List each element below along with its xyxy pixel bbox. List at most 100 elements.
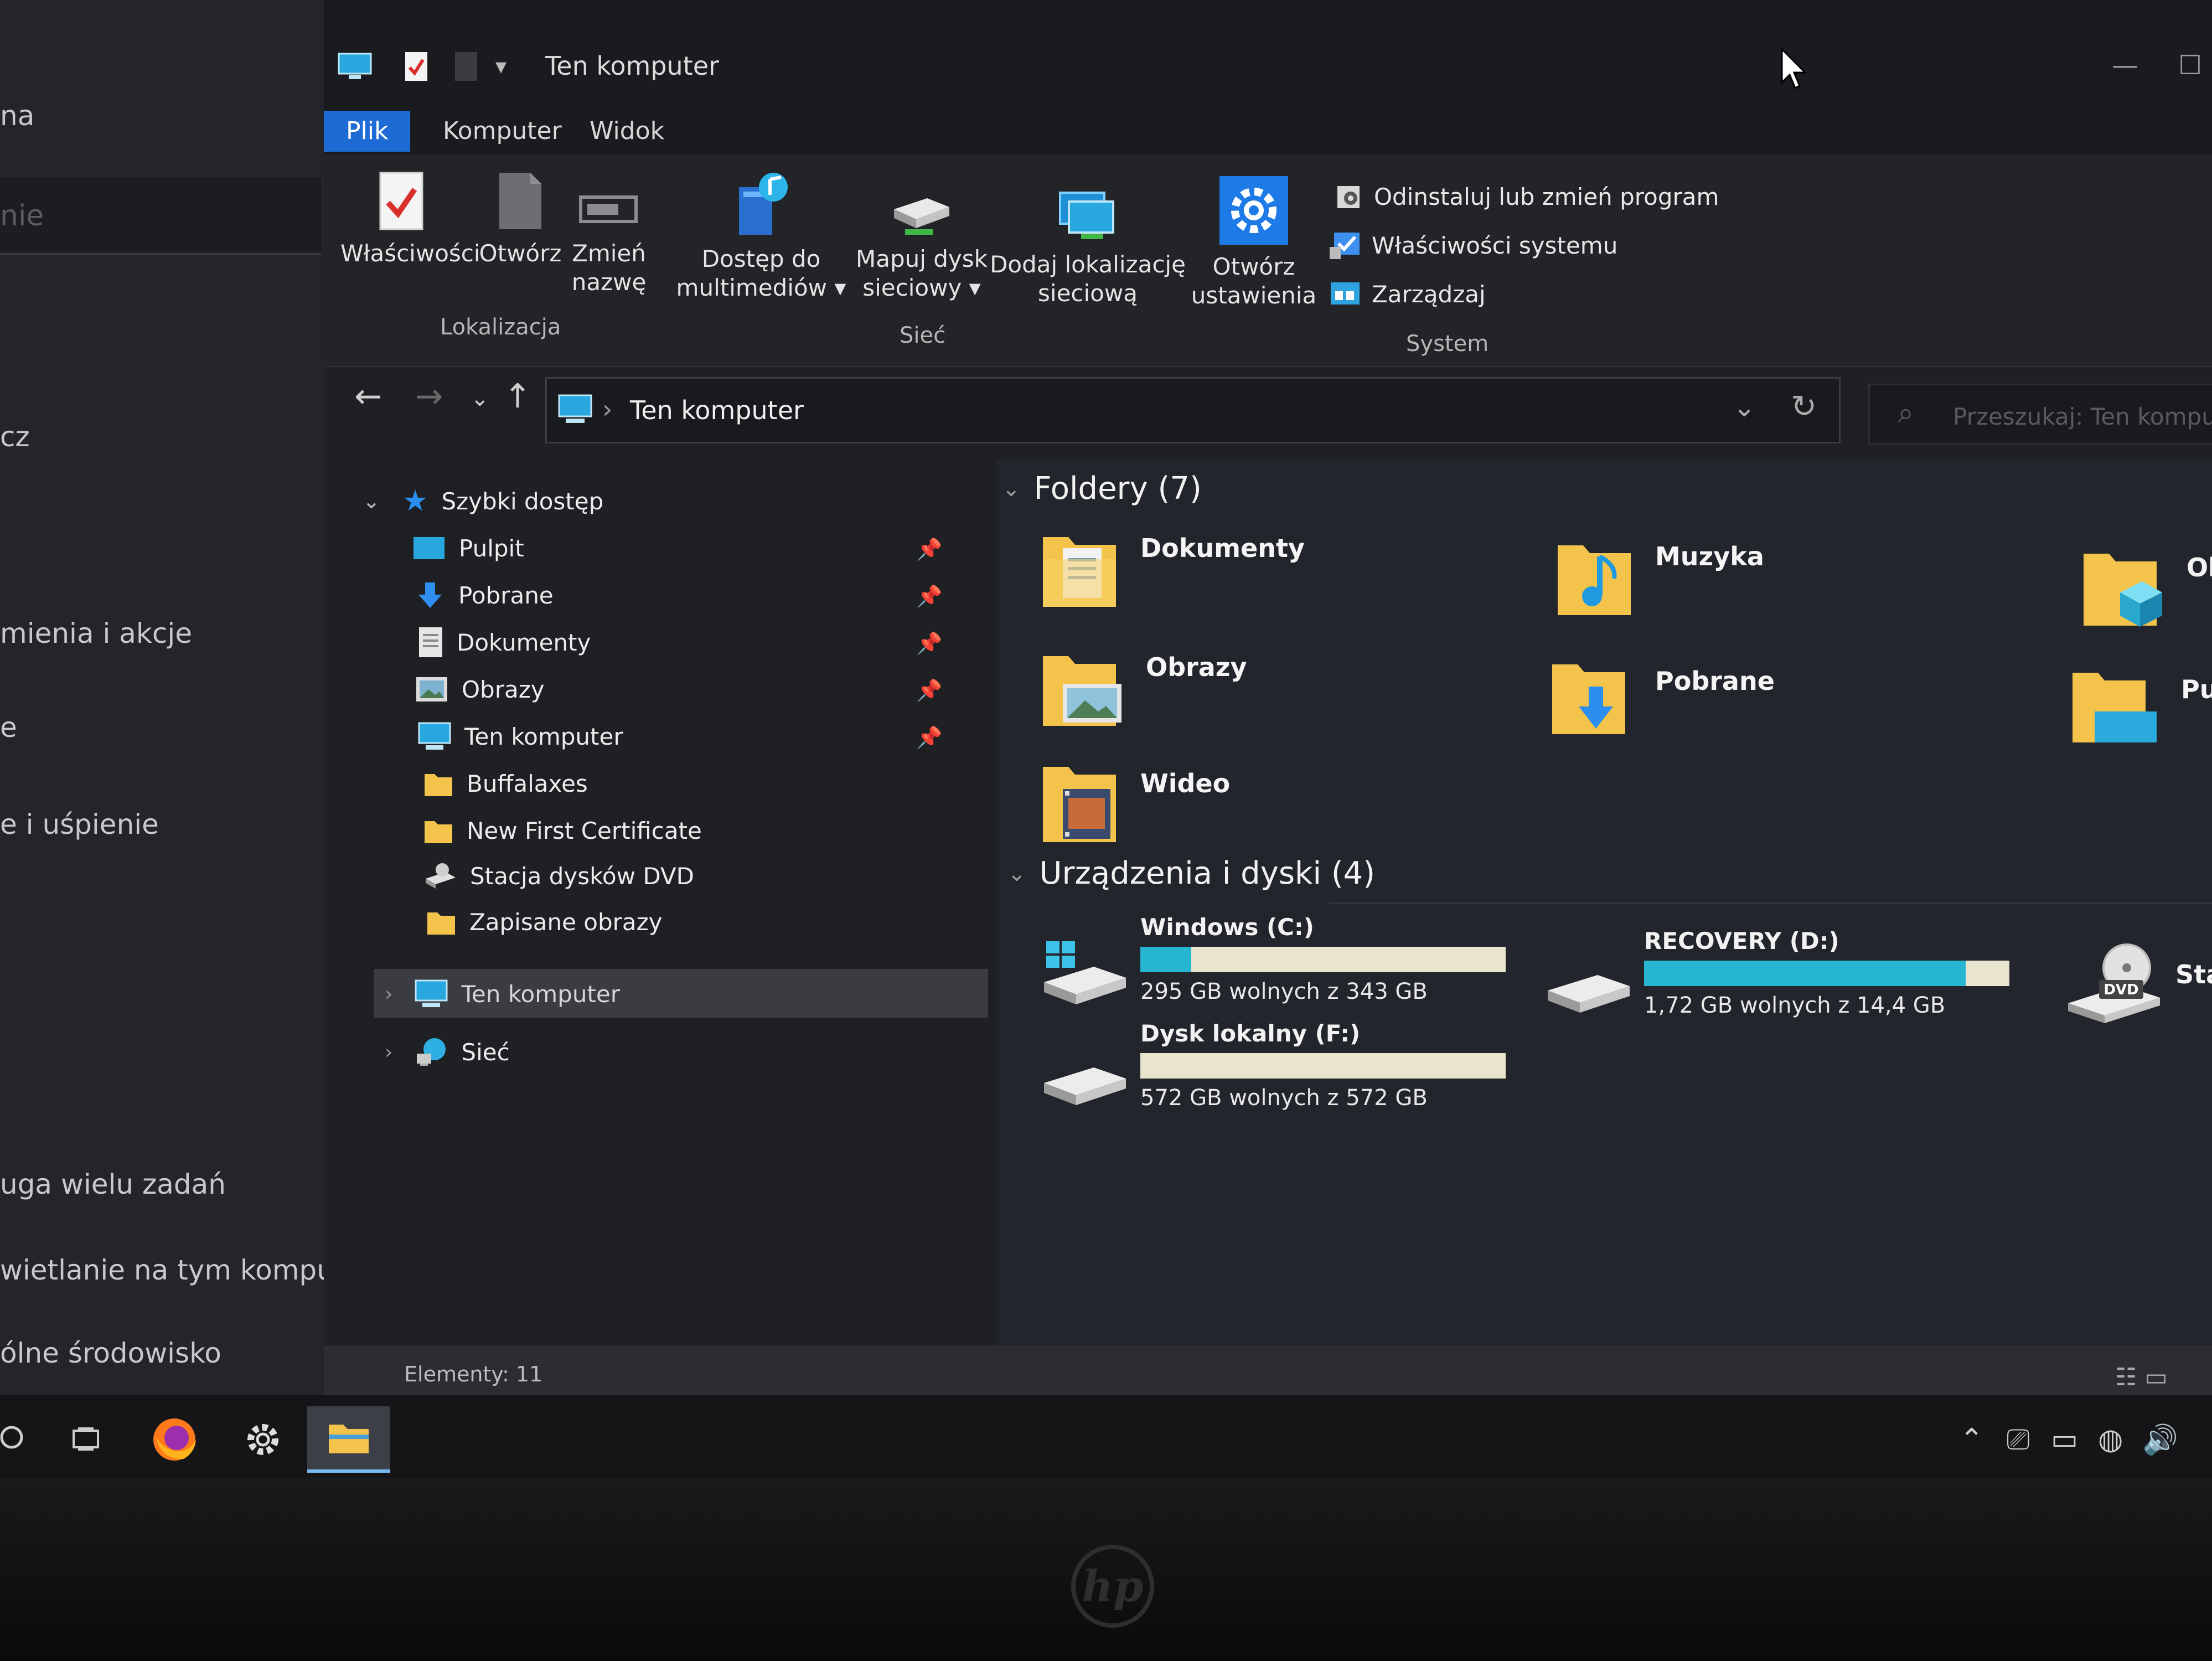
system-properties-button[interactable]: Właściwości systemu — [1329, 230, 1617, 260]
section-header-folders[interactable]: ⌄ Foldery (7) — [1002, 471, 1202, 507]
folder-tile-dokumenty[interactable]: Dokumenty — [1041, 526, 1305, 609]
mouse-cursor-icon — [1781, 47, 1807, 90]
meet-now-icon[interactable]: ⎚ — [2007, 1423, 2030, 1457]
breadcrumb-this-pc[interactable]: Ten komputer — [630, 395, 804, 425]
folder-tile-muzyka[interactable]: Muzyka — [1555, 534, 1764, 617]
file-explorer-taskbar-icon[interactable] — [307, 1406, 390, 1473]
new-folder-quick-icon[interactable] — [454, 47, 478, 86]
maximize-button[interactable]: ☐ — [2178, 50, 2202, 81]
group-label-location: Lokalizacja — [440, 314, 561, 340]
taskbar: ⌃ ⎚ ▭ ◍ 🔊 — [0, 1395, 2212, 1478]
open-settings-button[interactable]: Otwórz ustawienia — [1187, 176, 1320, 310]
bg-settings-item[interactable]: cz — [0, 421, 30, 453]
customize-toolbar-icon[interactable]: ▾ — [495, 47, 507, 86]
dvd-drive-icon — [426, 863, 456, 889]
nav-network[interactable]: › Sieć — [385, 1030, 510, 1074]
uninstall-program-button[interactable]: Odinstaluj lub zmień program — [1334, 182, 1719, 212]
nav-item-ten-komputer-quick[interactable]: Ten komputer — [418, 714, 623, 759]
settings-taskbar-icon[interactable] — [221, 1406, 304, 1473]
search-box[interactable]: ⌕ Przeszukaj: Ten kompu — [1868, 384, 2212, 445]
back-arrow-icon[interactable]: ← — [354, 377, 382, 416]
tab-plik[interactable]: Plik — [324, 111, 411, 152]
expand-chevron-icon[interactable]: › — [385, 983, 392, 1005]
nav-item-dokumenty[interactable]: Dokumenty — [418, 620, 591, 664]
hp-logo: hp — [1071, 1545, 1154, 1628]
folder-icon — [425, 821, 452, 843]
tab-widok[interactable]: Widok — [567, 111, 686, 152]
nav-this-pc[interactable]: › Ten komputer — [385, 972, 620, 1016]
manage-button[interactable]: Zarządzaj — [1329, 279, 1486, 309]
pin-icon[interactable]: 📌 — [916, 725, 942, 750]
nav-item-buffalaxes[interactable]: Buffalaxes — [423, 761, 588, 806]
section-header-devices[interactable]: ⌄ Urządzenia i dyski (4) — [1007, 855, 1375, 891]
properties-quick-icon[interactable] — [404, 47, 428, 86]
manage-icon — [1331, 282, 1360, 305]
rename-icon — [579, 195, 638, 223]
pin-icon[interactable]: 📌 — [916, 631, 942, 656]
desktop-icon — [414, 537, 445, 559]
recent-locations-chevron-icon[interactable]: ⌄ — [471, 386, 489, 411]
recovery-drive-icon — [1548, 975, 1630, 1013]
drive-tile-c[interactable]: Windows (C:) 295 GB wolnych z 343 GB — [1041, 914, 1528, 1019]
breadcrumb-separator-icon: › — [602, 394, 613, 424]
bg-settings-item[interactable]: na — [0, 100, 34, 132]
nav-item-new-first-certificate[interactable]: New First Certificate — [423, 808, 702, 853]
title-bar: ▾ Ten komputer — ☐ — [324, 0, 2212, 105]
bg-settings-item[interactable]: mienia i akcje — [0, 617, 192, 649]
music-folder-icon — [1558, 545, 1631, 615]
minimize-button[interactable]: — — [2112, 50, 2138, 81]
folder-tile-pobrane[interactable]: Pobrane — [1550, 653, 1775, 736]
folder-tile-pulpit[interactable]: Pulpit — [2070, 662, 2212, 745]
collapse-chevron-icon[interactable]: ⌄ — [1002, 476, 1021, 502]
folder-tile-wideo[interactable]: Wideo — [1041, 756, 1230, 844]
refresh-icon[interactable]: ↻ — [1791, 389, 1817, 425]
address-dropdown-icon[interactable]: ⌄ — [1733, 391, 1756, 423]
nav-item-pulpit[interactable]: Pulpit — [412, 526, 524, 570]
folder-tile-obiekty-3d[interactable]: Obiekty 3D — [2081, 543, 2212, 631]
folder-tile-obrazy[interactable]: Obrazy — [1041, 645, 1247, 728]
collapse-chevron-icon[interactable]: ⌄ — [1007, 861, 1026, 886]
up-arrow-icon[interactable]: ↑ — [504, 377, 531, 416]
add-network-location-button[interactable]: Dodaj lokalizację sieciową — [988, 187, 1187, 308]
drive-tile-f[interactable]: Dysk lokalny (F:) 572 GB wolnych z 572 G… — [1041, 1020, 1528, 1125]
bg-settings-item[interactable]: e i uśpienie — [0, 808, 159, 840]
pictures-folder-icon — [1043, 656, 1121, 726]
window-title: Ten komputer — [545, 51, 719, 81]
drive-tile-dvd[interactable]: DVD Stacja dysków DVD RW (E:) — [2065, 941, 2212, 1024]
drive-free-space: 1,72 GB wolnych z 14,4 GB — [1644, 993, 1946, 1018]
battery-icon[interactable]: ▭ — [2051, 1423, 2078, 1456]
network-globe-icon[interactable]: ◍ — [2098, 1423, 2123, 1456]
windows-drive-icon — [1044, 941, 1126, 1004]
pin-icon[interactable]: 📌 — [916, 678, 942, 703]
nav-quick-access[interactable]: ⌄ ★ Szybki dostęp — [363, 479, 603, 523]
bg-settings-search[interactable]: nie — [0, 177, 321, 255]
rename-button[interactable]: Zmień nazwę — [567, 187, 650, 297]
drive-tile-d[interactable]: RECOVERY (D:) 1,72 GB wolnych z 14,4 GB — [1544, 927, 2043, 1033]
bg-settings-item[interactable]: uga wielu zadań — [0, 1168, 226, 1200]
bg-settings-item[interactable]: ólne środowisko — [0, 1337, 221, 1369]
pin-icon[interactable]: 📌 — [916, 584, 942, 609]
map-network-drive-button[interactable]: Mapuj dysk sieciowy ▾ — [847, 187, 996, 302]
media-access-button[interactable]: Dostęp do multimediów ▾ — [673, 171, 850, 302]
nav-item-pobrane[interactable]: Pobrane — [415, 573, 554, 617]
nav-item-saved-pictures[interactable]: Zapisane obrazy — [426, 900, 663, 944]
expand-chevron-icon[interactable]: ⌄ — [363, 489, 380, 513]
nav-item-obrazy[interactable]: Obrazy — [415, 667, 545, 711]
open-button[interactable]: Otwórz — [473, 171, 567, 268]
expand-chevron-icon[interactable]: › — [385, 1041, 392, 1064]
properties-button[interactable]: Właściwości — [340, 171, 480, 268]
this-pc-address-icon — [558, 394, 592, 423]
show-hidden-icons-chevron[interactable]: ⌃ — [1960, 1423, 1984, 1456]
pin-icon[interactable]: 📌 — [916, 537, 942, 562]
volume-icon[interactable]: 🔊 — [2142, 1423, 2178, 1457]
forward-arrow-icon[interactable]: → — [415, 377, 443, 416]
local-disk-icon — [1044, 1067, 1126, 1105]
tab-komputer[interactable]: Komputer — [421, 111, 584, 152]
nav-item-dvd-drive[interactable]: Stacja dysków DVD — [423, 854, 694, 898]
bg-settings-item[interactable]: e — [0, 711, 17, 744]
firefox-icon[interactable] — [133, 1406, 216, 1473]
task-view-icon[interactable] — [44, 1406, 127, 1473]
ribbon-tabs: Plik Komputer Widok — [324, 105, 2212, 154]
view-mode-icons[interactable]: ☷ ▭ — [2115, 1363, 2168, 1391]
address-bar[interactable]: › Ten komputer ⌄ ↻ — [545, 377, 1841, 443]
